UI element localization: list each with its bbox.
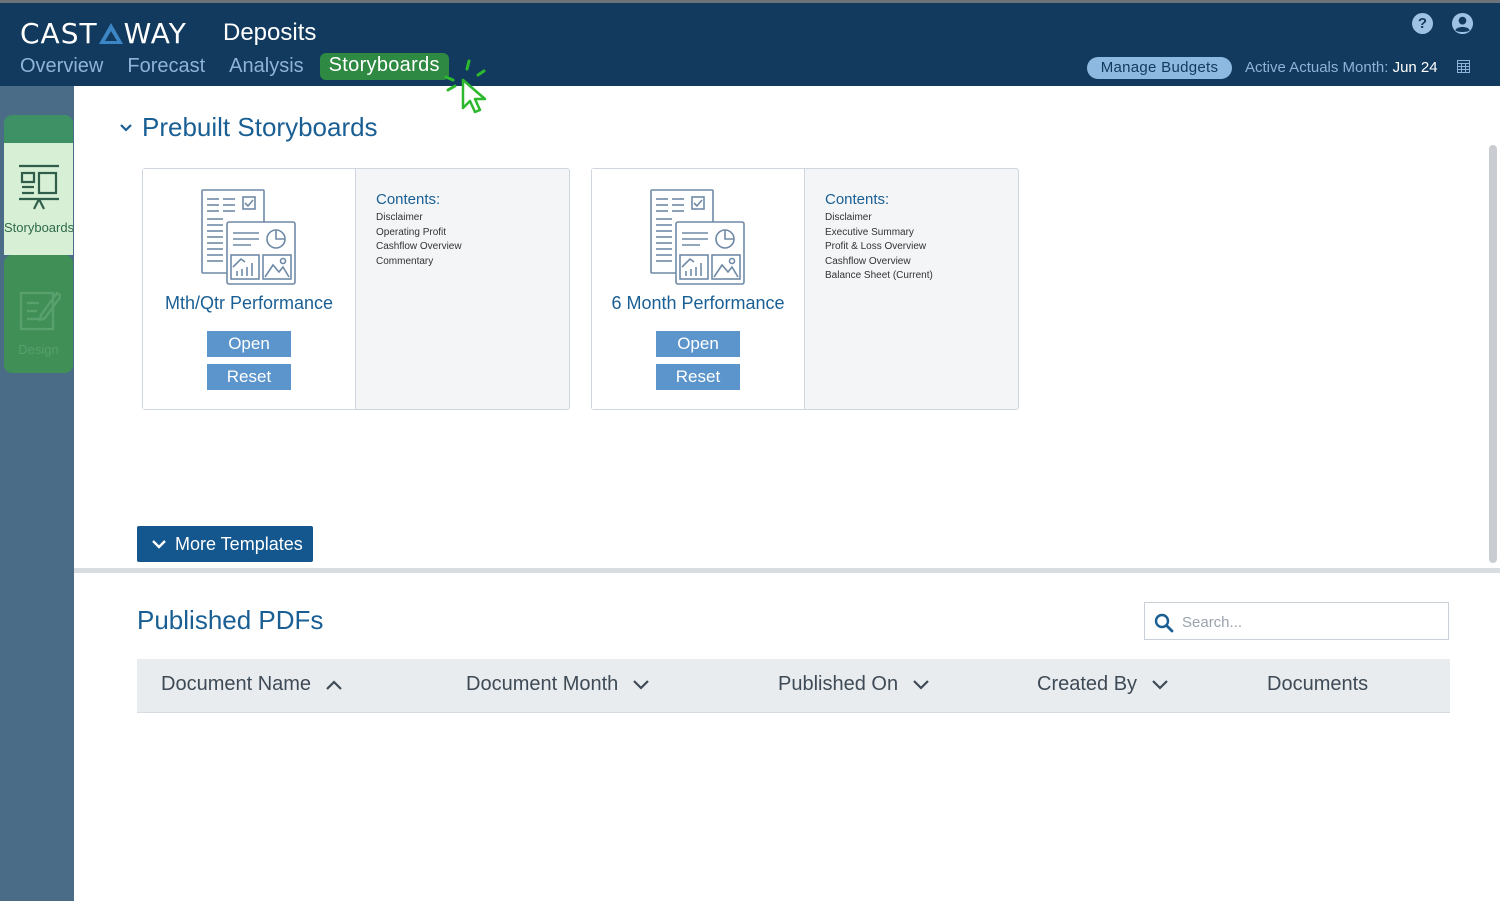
sidebar-item-design[interactable]: Design (4, 255, 73, 373)
main-nav: Overview Forecast Analysis Storyboards (20, 53, 473, 80)
table-header: Document Name Document Month Published O… (137, 659, 1450, 713)
more-templates-label: More Templates (175, 533, 303, 554)
column-label: Created By (1037, 673, 1138, 695)
open-button[interactable]: Open (656, 331, 740, 357)
reset-button[interactable]: Reset (207, 364, 291, 390)
prebuilt-storyboards-toggle[interactable]: Prebuilt Storyboards (118, 112, 378, 143)
contents-heading: Contents: (825, 191, 890, 208)
chevron-up-icon (326, 679, 342, 690)
mouse-pointer-icon (444, 59, 487, 114)
column-label: Published On (778, 673, 899, 695)
more-templates-button[interactable]: More Templates (137, 526, 313, 562)
report-document-icon (650, 189, 745, 285)
contents-item: Commentary (376, 255, 434, 267)
app-title: Deposits (223, 19, 317, 46)
chevron-down-icon (633, 679, 650, 690)
user-account-icon[interactable] (1451, 12, 1474, 35)
nav-overview[interactable]: Overview (20, 53, 103, 80)
sidebar-item-storyboards[interactable]: Storyboards (4, 143, 75, 255)
column-label: Document Month (466, 673, 619, 695)
chevron-down-icon (152, 540, 166, 549)
section-divider (74, 568, 1500, 573)
column-published-on[interactable]: Published On (778, 673, 930, 696)
presentation-board-icon (18, 164, 59, 210)
contents-item: Balance Sheet (Current) (825, 270, 933, 282)
chevron-down-icon (1152, 679, 1168, 690)
top-bar: CAST WAY Deposits Overview Forecast Analy… (0, 0, 1500, 86)
contents-item: Disclaimer (376, 212, 423, 223)
logo-text-right: WAY (123, 17, 187, 50)
search-input[interactable] (1182, 611, 1437, 633)
contents-item: Operating Profit (376, 226, 447, 238)
logo-triangle-icon (98, 23, 123, 44)
contents-item: Profit & Loss Overview (825, 241, 927, 253)
card-contents: Contents: Disclaimer Operating Profit Ca… (356, 169, 569, 409)
edit-document-icon (19, 291, 63, 331)
active-actuals-value: Jun 24 (1392, 59, 1438, 76)
active-actuals-label: Active Actuals Month: (1245, 59, 1389, 76)
search-icon (1154, 613, 1174, 633)
chevron-down-icon (120, 123, 132, 132)
nav-forecast[interactable]: Forecast (127, 53, 205, 80)
card-main: Mth/Qtr Performance Open Reset (143, 169, 356, 409)
column-label: Documents (1267, 673, 1369, 695)
storyboard-card: 6 Month Performance Open Reset Contents:… (591, 168, 1019, 410)
castaway-logo[interactable]: CAST WAY (20, 17, 187, 50)
contents-item: Disclaimer (825, 212, 872, 223)
contents-heading: Contents: (376, 191, 441, 208)
search-field[interactable] (1144, 602, 1449, 640)
contents-item: Executive Summary (825, 226, 914, 238)
section-title: Prebuilt Storyboards (142, 112, 378, 142)
reset-button[interactable]: Reset (656, 364, 740, 390)
contents-item: Cashflow Overview (376, 241, 462, 253)
column-label: Document Name (161, 673, 312, 695)
active-actuals-month: Active Actuals Month: Jun 24 (1245, 59, 1438, 76)
open-button[interactable]: Open (207, 331, 291, 357)
storyboard-name: 6 Month Performance (611, 293, 785, 313)
column-documents: Documents (1267, 673, 1368, 696)
help-icon[interactable]: ? (1412, 13, 1433, 34)
column-document-month[interactable]: Document Month (466, 673, 650, 696)
sidebar-item-label: Design (18, 342, 59, 357)
column-document-name[interactable]: Document Name (161, 673, 343, 696)
report-document-icon (201, 189, 296, 285)
storyboard-name: Mth/Qtr Performance (164, 293, 334, 313)
card-contents: Contents: Disclaimer Executive Summary P… (805, 169, 1018, 409)
scrollbar[interactable] (1489, 145, 1497, 563)
chevron-down-icon (913, 679, 929, 690)
storyboard-card: Mth/Qtr Performance Open Reset Contents:… (142, 168, 570, 410)
published-pdfs-title: Published PDFs (137, 605, 324, 635)
nav-analysis[interactable]: Analysis (229, 53, 303, 80)
sidebar-tab-header (4, 115, 73, 145)
column-created-by[interactable]: Created By (1037, 673, 1169, 696)
calendar-icon[interactable] (1457, 60, 1470, 73)
contents-item: Cashflow Overview (825, 255, 911, 267)
logo-text-left: CAST (20, 17, 98, 50)
sidebar-item-label: Storyboards (4, 220, 75, 235)
manage-budgets-button[interactable]: Manage Budgets (1087, 57, 1232, 79)
card-main: 6 Month Performance Open Reset (592, 169, 805, 409)
nav-storyboards[interactable]: Storyboards (319, 53, 449, 80)
